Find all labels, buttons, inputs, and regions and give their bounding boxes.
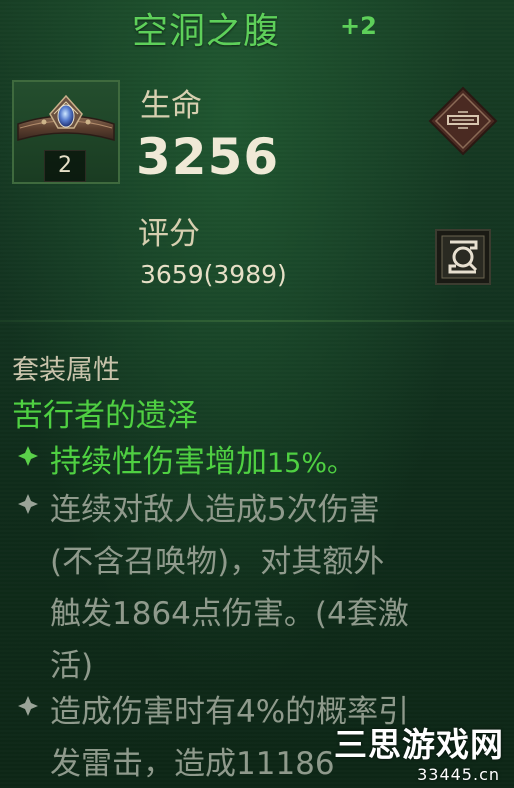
score-value: 3659(3989)	[140, 260, 287, 289]
diamond-bullet-icon	[18, 494, 38, 514]
life-label: 生命	[140, 88, 202, 124]
set-bonus-line: 触发1864点伤害。(4套激	[50, 596, 409, 632]
set-bonus-value: 15%。	[267, 448, 355, 479]
item-tooltip: 空洞之腹 +2 2 生命 3256 评分 3659(3989) 套装属性 苦行者…	[0, 0, 514, 788]
watermark-url: 33445.cn	[417, 765, 500, 784]
set-attributes-header: 套装属性	[12, 355, 120, 386]
set-bonus-text: 持续性伤害增加	[50, 444, 267, 480]
set-bonus-line: 连续对敌人造成5次伤害	[50, 492, 380, 528]
item-upgrade-level: +2	[340, 12, 377, 40]
diamond-bullet-icon	[18, 446, 38, 466]
score-label: 评分	[138, 216, 200, 252]
compare-icon[interactable]	[434, 228, 492, 286]
item-quantity-badge: 2	[44, 150, 86, 182]
set-bonus-line: (不含召唤物)，对其额外	[50, 544, 385, 580]
item-name: 空洞之腹	[132, 11, 281, 52]
diamond-bullet-icon	[18, 696, 38, 716]
watermark-text: 三思游戏网	[334, 725, 504, 764]
equip-emblem-icon[interactable]	[428, 86, 498, 156]
life-value: 3256	[136, 128, 280, 186]
set-bonus-line: 活)	[50, 648, 94, 684]
set-name: 苦行者的遗泽	[12, 398, 198, 434]
section-divider	[0, 320, 514, 322]
